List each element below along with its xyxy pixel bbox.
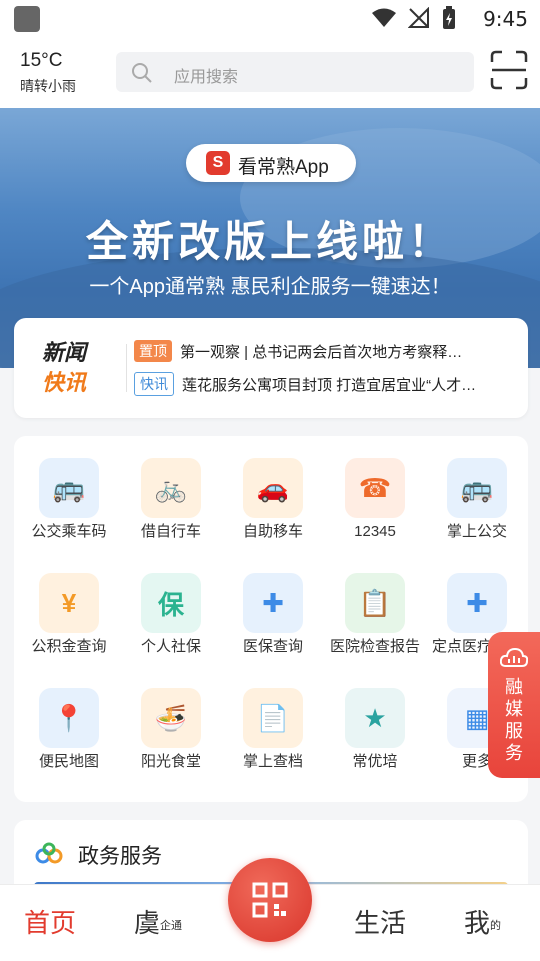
notification-icon [14,6,40,32]
no-signal-icon [408,7,429,28]
tab-life-label: 生活 [354,908,407,938]
service-item[interactable]: 保个人社保 [120,573,222,657]
tab-me-small: 的 [490,920,502,933]
cloud-icon [500,647,528,667]
brand-line1: 新闻 [42,340,87,365]
battery-icon [443,6,455,29]
bicycle-icon: 🚲 [141,458,201,518]
tab-me[interactable]: 我的 [464,903,501,940]
service-item[interactable]: 🚌 掌上公交 [426,458,528,542]
tab-me-label: 我 [464,908,491,938]
wifi-icon [372,8,396,27]
status-bar: 9:45 [0,0,540,36]
hotline-12345-icon: ☎ [345,458,405,518]
tab-enterprise[interactable]: 虞企通 [134,903,182,940]
service-item[interactable]: ✚ 医保查询 [222,573,324,657]
service-item[interactable]: 🍜 阳光食堂 [120,688,222,772]
housing-fund-icon: ¥ [39,573,99,633]
app-name: 看常熟App [238,157,329,178]
service-item[interactable]: 🚗 自助移车 [222,458,324,542]
app-logo-icon: S [206,151,230,175]
qr-code-button[interactable] [228,858,312,942]
service-item[interactable]: ★ 常优培 [324,688,426,772]
bus-code-icon: 🚌 [39,458,99,518]
banner-subline: 一个App通常熟 惠民利企服务一键速达！ [89,276,451,298]
social-security-icon: 保 [141,573,201,633]
news-flash-card: 新闻 快讯 置顶 第一观察 | 总书记两会后首次地方考察释… 快讯 莲花服务公寓… [14,318,528,418]
media-service-float-button[interactable]: 融媒服务 [488,632,540,778]
tab-home[interactable]: 首页 [24,903,76,940]
service-label: 个人社保 [140,638,201,655]
news-item[interactable]: 置顶 第一观察 | 总书记两会后首次地方考察释… [134,340,514,362]
service-label: 12345 [354,523,396,540]
service-label: 自助移车 [242,523,303,540]
service-label: 掌上查档 [242,753,303,770]
clock: 9:45 [483,7,528,31]
tab-enterprise-label: 虞 [134,908,161,938]
hospital-report-icon: 📋 [345,573,405,633]
archive-query-icon: 📄 [243,688,303,748]
news-headline: 莲花服务公寓项目封顶 打造宜居宜业“人才… [182,376,477,394]
services-grid: 🚌 公交乘车码 🚲 借自行车 🚗 自助移车 ☎ 12345 🚌 掌上公交 ¥ 公积金查询保个人社保 ✚ 医… [14,436,528,802]
news-flash-brand: 新闻 快讯 [42,338,86,398]
tab-enterprise-small: 企通 [160,920,183,933]
service-item[interactable]: 📋 医院检查报告 [324,573,426,657]
service-label: 掌上公交 [446,523,507,540]
app-name-pill: S 看常熟App [186,144,356,182]
status-icons [372,6,456,30]
canteen-icon: 🍜 [141,688,201,748]
training-icon: ★ [345,688,405,748]
pinned-badge: 置顶 [134,340,172,362]
service-item[interactable]: 🚌 公交乘车码 [18,458,120,542]
service-label: 便民地图 [38,753,99,770]
service-item[interactable]: 🚲 借自行车 [120,458,222,542]
weather-temp: 15°C [20,50,63,71]
qr-code-icon [252,882,288,918]
search-input[interactable]: 应用搜索 [116,52,474,92]
service-label: 公积金查询 [31,638,107,655]
weather-widget[interactable]: 15°C 晴转小雨 [20,50,76,96]
map-icon: 📍 [39,688,99,748]
news-headline: 第一观察 | 总书记两会后首次地方考察释… [180,343,463,361]
service-label: 公交乘车码 [31,523,107,540]
weather-desc: 晴转小雨 [20,78,76,94]
brand-line2: 快讯 [42,370,87,395]
service-label: 常优培 [352,753,398,770]
tab-life[interactable]: 生活 [354,903,406,940]
medical-insurance-icon: ✚ [243,573,303,633]
divider [126,344,127,392]
section-title: 政务服务 [78,845,162,868]
search-icon [132,63,152,83]
scan-icon[interactable] [490,50,528,90]
flash-badge: 快讯 [134,372,174,396]
car-move-icon: 🚗 [243,458,303,518]
service-item[interactable]: ¥ 公积金查询 [18,573,120,657]
service-item[interactable]: 📄 掌上查档 [222,688,324,772]
news-item[interactable]: 快讯 莲花服务公寓项目封顶 打造宜居宜业“人才… [134,372,514,396]
tab-home-label: 首页 [24,908,77,938]
service-label: 医保查询 [242,638,303,655]
media-service-label: 融媒服务 [505,677,523,763]
top-header: 15°C 晴转小雨 应用搜索 [0,36,540,108]
banner-headline: 全新改版上线啦！ [85,218,454,265]
service-label: 借自行车 [140,523,201,540]
service-label: 医院检查报告 [329,638,420,655]
gov-services-icon [35,842,63,864]
service-item[interactable]: 📍 便民地图 [18,688,120,772]
service-label: 阳光食堂 [140,753,201,770]
bus-icon: 🚌 [447,458,507,518]
medical-location-icon: ✚ [447,573,507,633]
search-placeholder: 应用搜索 [174,69,239,86]
service-item[interactable]: ☎ 12345 [324,458,426,542]
